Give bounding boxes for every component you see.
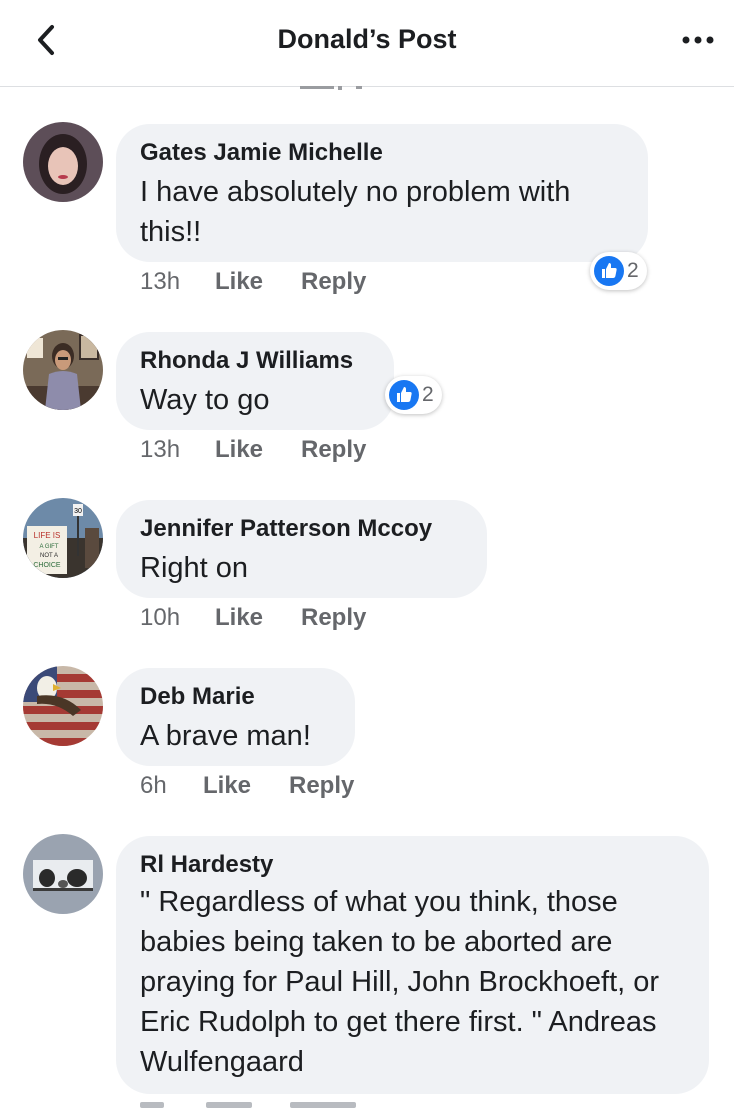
like-button[interactable]: Like — [203, 772, 289, 800]
comment-time[interactable]: 10h — [140, 604, 215, 632]
like-button[interactable]: Like — [215, 436, 301, 464]
more-horizontal-icon[interactable] — [680, 26, 716, 54]
comment-actions: 10h Like Reply — [140, 604, 366, 632]
like-button[interactable]: Like — [215, 268, 301, 296]
reply-button[interactable]: Reply — [289, 772, 354, 800]
commenter-name[interactable]: Jennifer Patterson Mccoy — [140, 514, 463, 544]
reaction-badge[interactable]: 2 — [590, 252, 647, 290]
comment-text: A brave man! — [140, 720, 311, 752]
route-sign-number: 30 — [74, 508, 82, 515]
comment-actions: 13h Like Reply — [140, 436, 366, 464]
sign-text: NOT A — [40, 553, 58, 559]
top-bar: Donald’s Post — [0, 0, 734, 87]
clipped-actions-row — [140, 1102, 356, 1108]
sign-text: A GIFT — [39, 544, 58, 550]
reaction-count: 2 — [627, 259, 639, 282]
like-button[interactable]: Like — [215, 604, 301, 632]
comment-bubble: Rl Hardesty " Regardless of what you thi… — [116, 836, 709, 1094]
avatar[interactable] — [23, 834, 103, 914]
sign-text: CHOICE — [33, 562, 61, 569]
commenter-name[interactable]: Deb Marie — [140, 682, 331, 712]
reaction-count: 2 — [422, 383, 434, 406]
avatar[interactable] — [23, 330, 103, 410]
commenter-name[interactable]: Gates Jamie Michelle — [140, 138, 624, 168]
reply-button[interactable]: Reply — [301, 436, 366, 464]
comment-text: Way to go — [140, 384, 270, 416]
thumbs-up-icon — [389, 380, 419, 410]
comment-actions: 6h Like Reply — [140, 772, 354, 800]
comment-time[interactable]: 13h — [140, 268, 215, 296]
comment-bubble: Jennifer Patterson Mccoy Right on — [116, 500, 487, 598]
comment-time[interactable]: 6h — [140, 772, 203, 800]
page-title: Donald’s Post — [277, 24, 457, 54]
avatar[interactable] — [23, 666, 103, 746]
comment-text: " Regardless of what you think, those ba… — [140, 886, 660, 1078]
comment-text: Right on — [140, 552, 249, 584]
commenter-name[interactable]: Rhonda J Williams — [140, 346, 370, 376]
comment-bubble: Gates Jamie Michelle I have absolutely n… — [116, 124, 648, 262]
clipped-previous-content — [300, 86, 362, 90]
comment-bubble: Rhonda J Williams Way to go — [116, 332, 394, 430]
comment-actions: 13h Like Reply — [140, 268, 366, 296]
thumbs-up-icon — [594, 256, 624, 286]
commenter-name[interactable]: Rl Hardesty — [140, 850, 685, 880]
avatar[interactable] — [23, 122, 103, 202]
sign-text: LIFE IS — [34, 531, 61, 540]
reaction-badge[interactable]: 2 — [385, 376, 442, 414]
avatar[interactable]: 30 LIFE IS A GIFT NOT A CHOICE — [23, 498, 103, 578]
comment-text: I have absolutely no problem with this!! — [140, 176, 571, 248]
comment-time[interactable]: 13h — [140, 436, 215, 464]
comment-bubble: Deb Marie A brave man! — [116, 668, 355, 766]
reply-button[interactable]: Reply — [301, 604, 366, 632]
reply-button[interactable]: Reply — [301, 268, 366, 296]
